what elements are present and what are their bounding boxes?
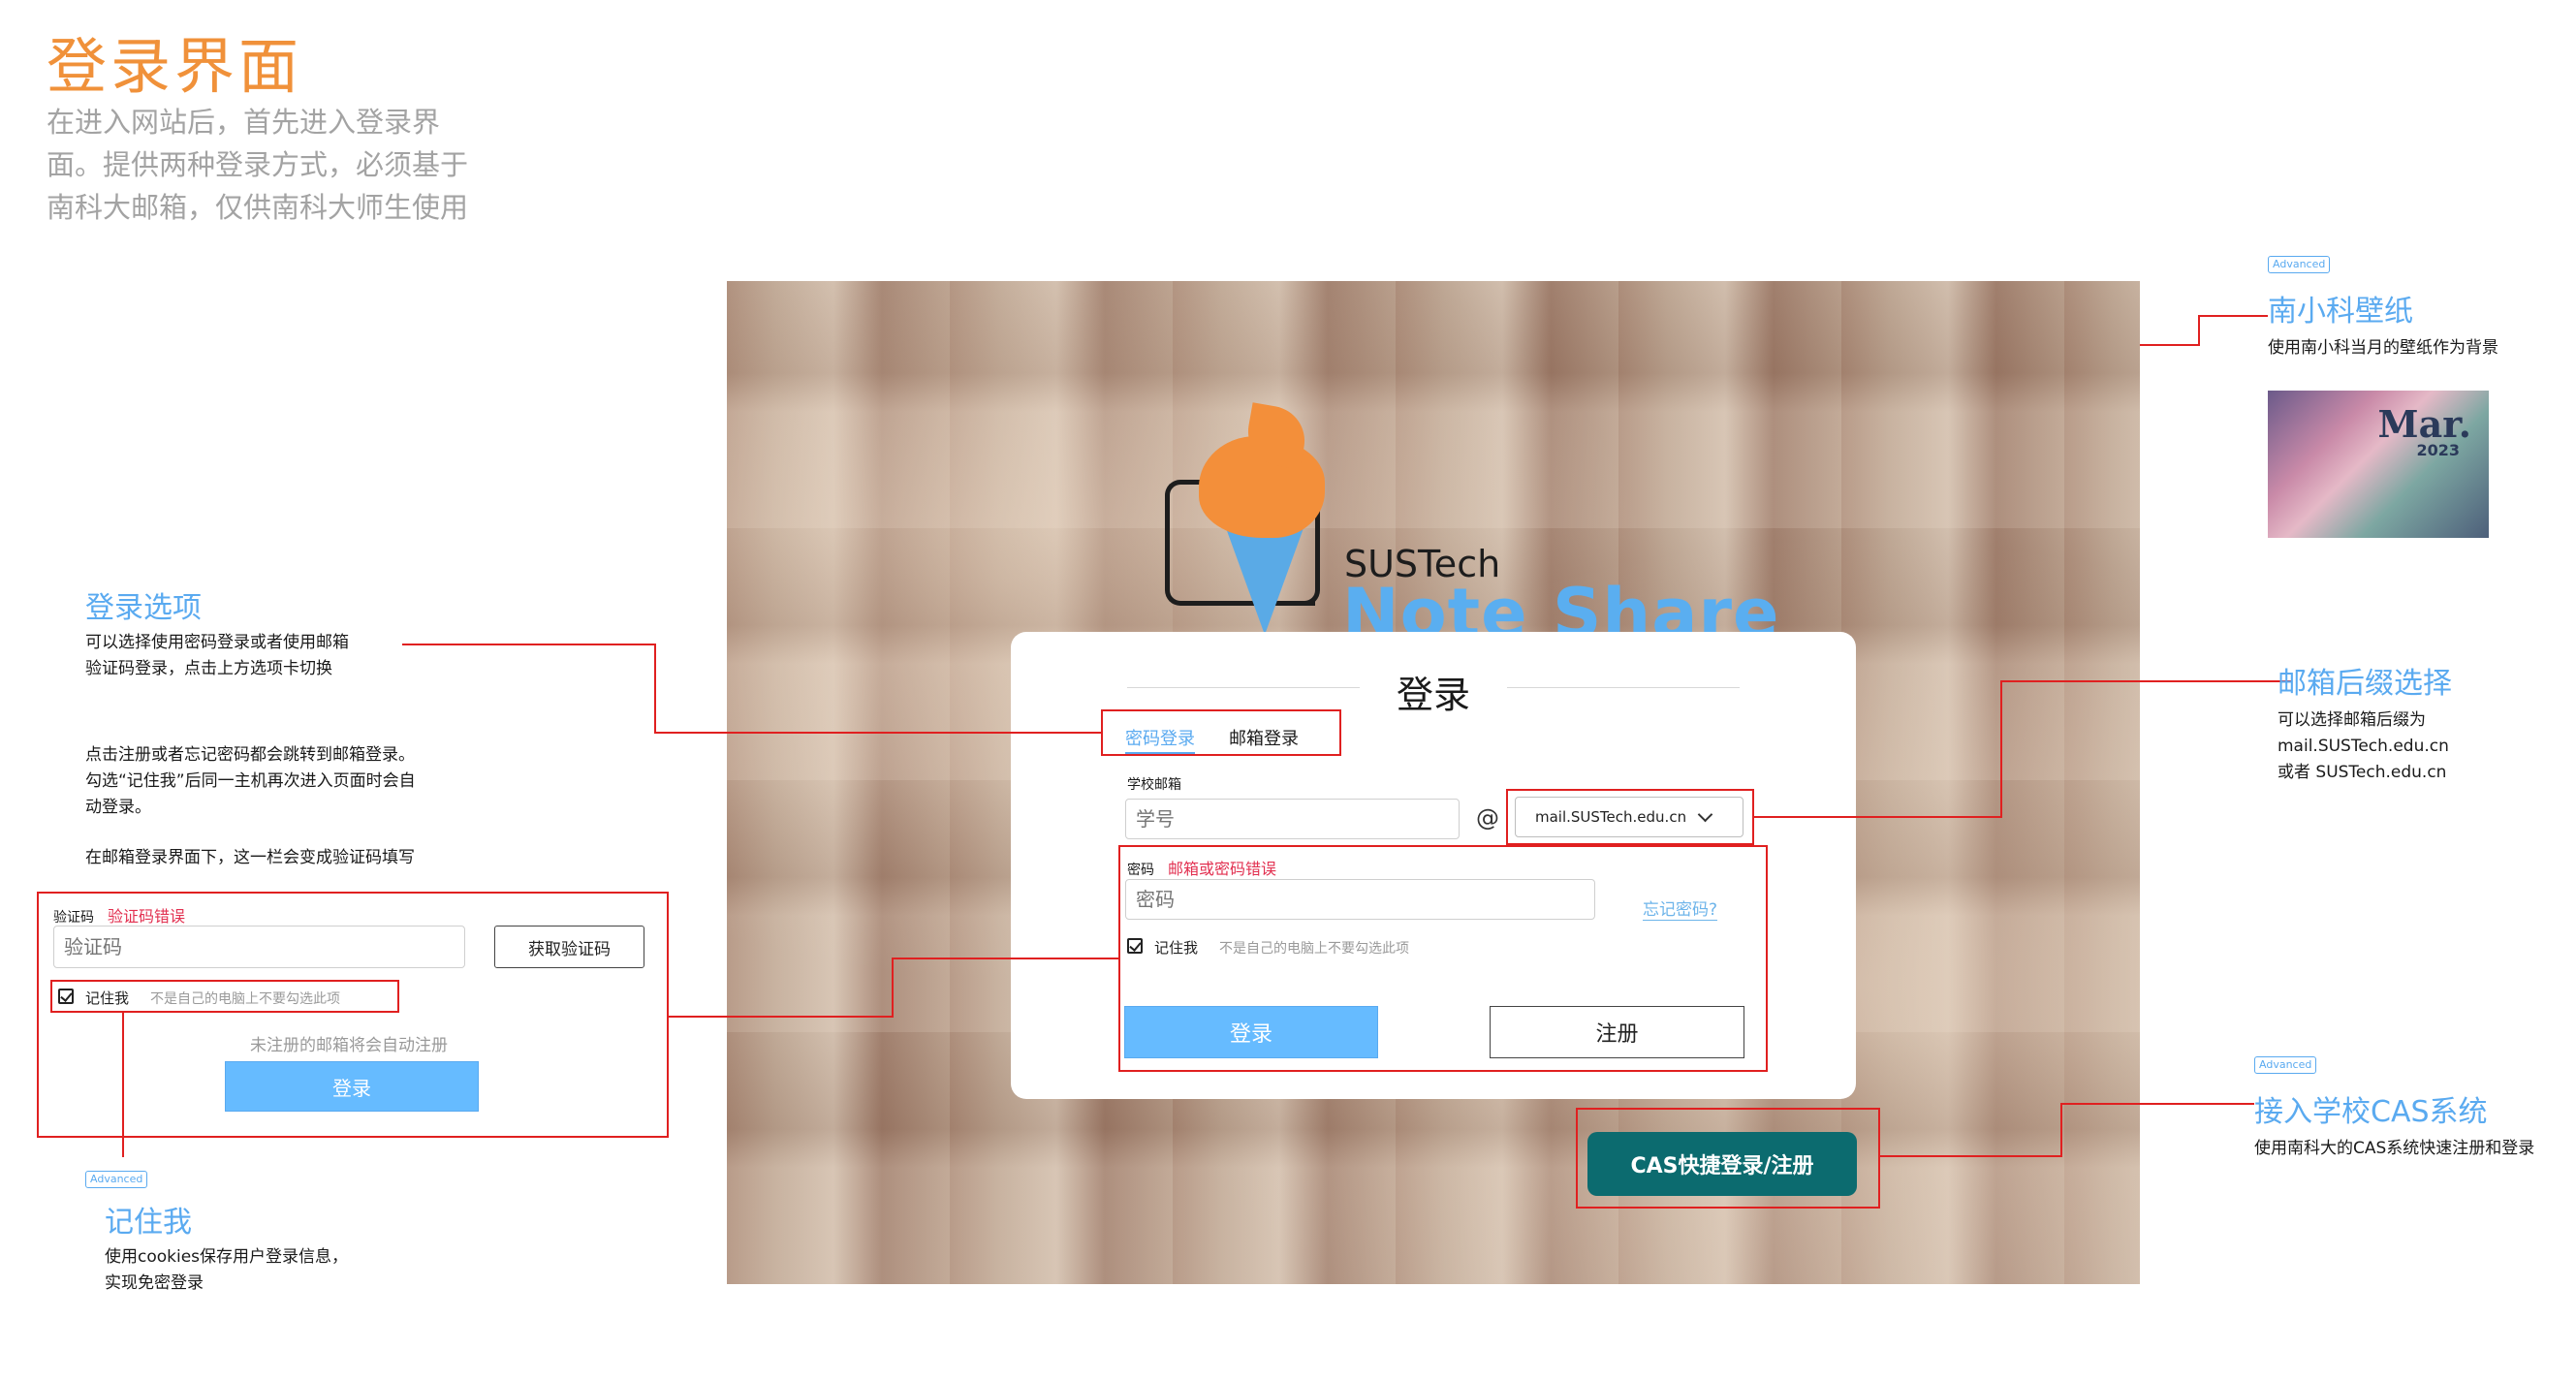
connector-line xyxy=(2060,1103,2062,1157)
get-code-button[interactable]: 获取验证码 xyxy=(494,926,644,968)
domain-text-line: mail.SUSTech.edu.cn xyxy=(2278,737,2449,756)
highlight-email-domain xyxy=(1506,789,1754,845)
connector-line xyxy=(654,732,1102,734)
cas-text-line: 使用南科大的CAS系统快速注册和登录 xyxy=(2254,1139,2535,1158)
page-title: 登录界面 xyxy=(47,31,303,102)
connector-line xyxy=(2198,315,2268,317)
code-error: 验证码错误 xyxy=(108,907,186,926)
wallpaper-year: 2023 xyxy=(2416,441,2460,459)
highlight-password-section xyxy=(1118,845,1768,1072)
login-options-title: 登录选项 xyxy=(85,591,202,625)
connector-line xyxy=(892,958,894,1018)
connector-line xyxy=(669,1016,894,1018)
remember-label: 记住我 xyxy=(85,989,130,1007)
wallpaper-title: 南小科壁纸 xyxy=(2268,295,2413,329)
login-options-para3-line: 在邮箱登录界面下，这一栏会变成验证码填写 xyxy=(85,848,415,867)
student-id-input[interactable] xyxy=(1125,799,1460,839)
domain-text-line: 可以选择邮箱后缀为 xyxy=(2278,710,2426,730)
connector-line xyxy=(892,958,1120,959)
auto-register-note: 未注册的邮箱将会自动注册 xyxy=(250,1036,448,1055)
login-screen: SUSTech Note Share 登录 密码登录 邮箱登录 学校邮箱 @ m… xyxy=(727,281,2140,1284)
cas-text: 使用南科大的CAS系统快速注册和登录 xyxy=(2254,1136,2534,1162)
code-label: 验证码 验证码错误 xyxy=(53,903,185,927)
highlight-cas-button xyxy=(1576,1108,1880,1209)
domain-text: 可以选择邮箱后缀为 mail.SUSTech.edu.cn 或者 SUSTech… xyxy=(2278,707,2449,786)
wallpaper-text: 使用南小科当月的壁纸作为背景 xyxy=(2268,335,2498,361)
torch-icon xyxy=(1226,528,1304,635)
intro-text: 在进入网站后，首先进入登录界 面。提供两种登录方式，必须基于 南科大邮箱，仅供南… xyxy=(47,101,502,229)
login-button[interactable]: 登录 xyxy=(225,1061,479,1112)
remember-title: 记住我 xyxy=(105,1206,192,1240)
domain-text-line: 或者 SUSTech.edu.cn xyxy=(2278,763,2447,782)
connector-line xyxy=(2198,315,2200,346)
at-sign: @ xyxy=(1476,804,1499,832)
connector-line xyxy=(2060,1103,2254,1105)
intro-line: 在进入网站后，首先进入登录界 xyxy=(47,106,441,139)
login-options-line: 可以选择使用密码登录或者使用邮箱 xyxy=(85,633,349,652)
connector-line xyxy=(2000,680,2291,682)
connector-line xyxy=(402,644,654,645)
remember-checkbox[interactable] xyxy=(58,989,74,1004)
highlight-login-tabs xyxy=(1101,709,1341,756)
intro-line: 面。提供两种登录方式，必须基于 xyxy=(47,148,469,181)
advanced-badge: Advanced xyxy=(85,1171,148,1188)
login-options-text: 可以选择使用密码登录或者使用邮箱 验证码登录，点击上方选项卡切换 xyxy=(85,630,349,682)
code-label-text: 验证码 xyxy=(53,910,94,926)
wallpaper-month: Mar. xyxy=(2377,402,2471,446)
connector-line xyxy=(1754,816,2001,818)
remember-text: 使用cookies保存用户登录信息， 实现免密登录 xyxy=(105,1244,348,1297)
login-options-line: 验证码登录，点击上方选项卡切换 xyxy=(85,659,332,678)
connector-line xyxy=(2140,344,2200,346)
intro-line: 南科大邮箱，仅供南科大师生使用 xyxy=(47,191,469,224)
remember-me: 记住我 不是自己的电脑上不要勾选此项 xyxy=(85,988,340,1008)
domain-title: 邮箱后缀选择 xyxy=(2278,667,2452,701)
connector-line xyxy=(1880,1155,2062,1157)
remember-text-line: 使用cookies保存用户登录信息， xyxy=(105,1247,349,1267)
remember-text-line: 实现免密登录 xyxy=(105,1273,204,1293)
login-options-para2-line: 勾选“记住我”后同一主机再次进入页面时会自 xyxy=(85,771,416,791)
login-options-para2-line: 动登录。 xyxy=(85,798,151,817)
verification-code-input[interactable] xyxy=(53,926,465,968)
sustech-logo: SUSTech Note Share xyxy=(1160,368,1778,653)
login-options-para2: 点击注册或者忘记密码都会跳转到邮箱登录。 勾选“记住我”后同一主机再次进入页面时… xyxy=(85,742,416,821)
advanced-badge: Advanced xyxy=(2254,1056,2317,1074)
login-options-para2-line: 点击注册或者忘记密码都会跳转到邮箱登录。 xyxy=(85,745,415,765)
wallpaper-text-line: 使用南小科当月的壁纸作为背景 xyxy=(2268,338,2498,358)
connector-line xyxy=(2000,680,2002,818)
advanced-badge: Advanced xyxy=(2268,256,2331,273)
email-label: 学校邮箱 xyxy=(1127,777,1181,793)
login-options-para3: 在邮箱登录界面下，这一栏会变成验证码填写 xyxy=(85,845,415,871)
wallpaper-preview-image: Mar. 2023 xyxy=(2268,391,2489,538)
remember-hint: 不是自己的电脑上不要勾选此项 xyxy=(150,991,341,1007)
connector-line xyxy=(654,644,656,733)
cas-title: 接入学校CAS系统 xyxy=(2254,1095,2488,1129)
